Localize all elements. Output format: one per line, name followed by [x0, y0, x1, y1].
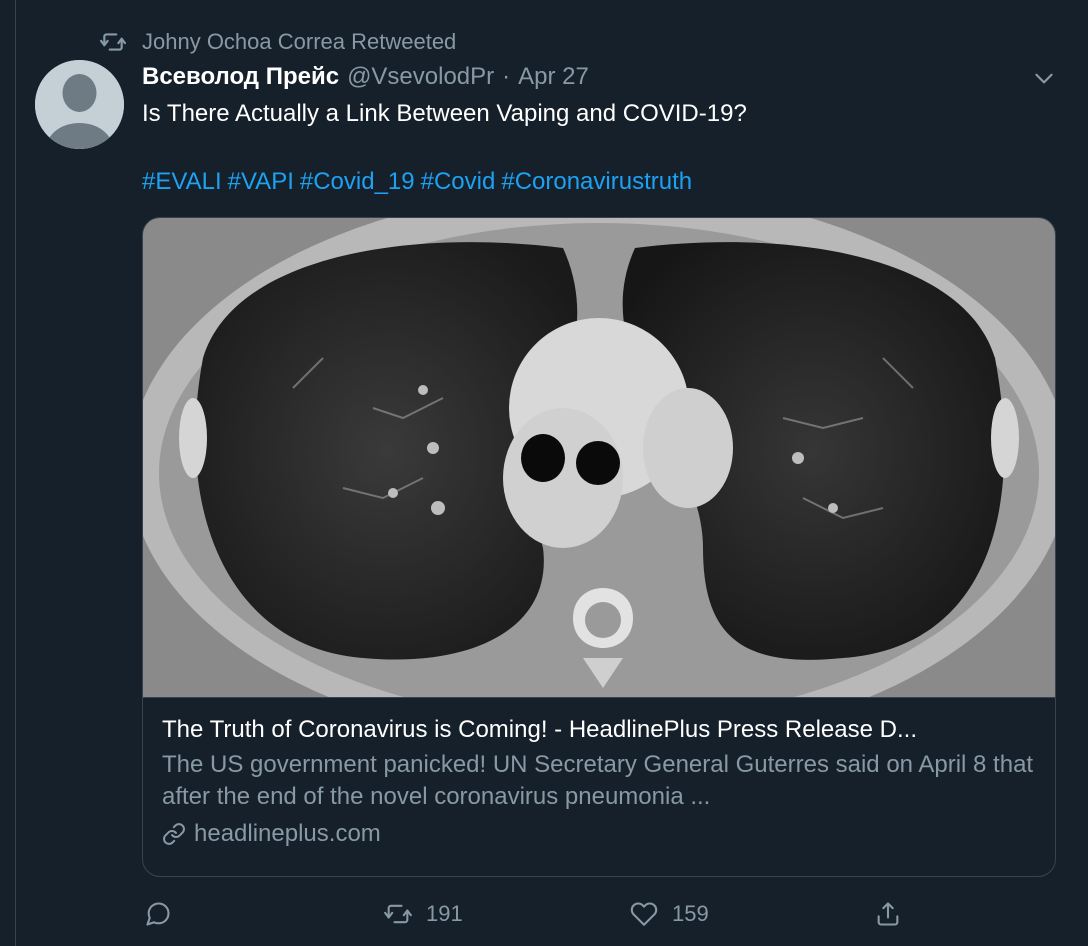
hashtag-link[interactable]: #Covid: [421, 168, 496, 195]
tweet-actions: 191 159: [142, 896, 1062, 936]
like-count: 159: [672, 901, 709, 926]
heart-icon: [630, 902, 658, 926]
retweet-banner-text: Johny Ochoa Correa Retweeted: [142, 29, 457, 54]
tweet-date[interactable]: Apr 27: [518, 63, 589, 91]
share-icon: [877, 902, 899, 926]
retweet-button[interactable]: 191: [384, 900, 463, 928]
card-domain-text: headlineplus.com: [194, 820, 381, 847]
retweet-icon: [384, 904, 412, 924]
hashtag-link[interactable]: #Covid_19: [300, 168, 415, 195]
share-button[interactable]: [874, 900, 902, 928]
hashtag-link[interactable]: #Coronavirustruth: [501, 168, 692, 195]
chevron-down-icon: [1035, 73, 1053, 84]
tweet-text: Is There Actually a Link Between Vaping …: [142, 100, 747, 127]
separator-dot: ·: [502, 63, 511, 90]
reply-icon: [146, 902, 170, 926]
display-name[interactable]: Всеволод Прейс: [142, 63, 339, 91]
hashtag-link[interactable]: #EVALI: [142, 168, 222, 195]
retweet-banner[interactable]: Johny Ochoa Correa Retweeted: [100, 28, 456, 56]
hashtag-list: #EVALI #VAPI #Covid_19 #Covid #Coronavirustr…: [142, 165, 698, 199]
link-icon: [163, 823, 185, 845]
card-body: The Truth of Coronavirus is Coming! - He…: [162, 713, 1042, 848]
card-description: The US government panicked! UN Secretary…: [162, 751, 1034, 810]
hashtag-link[interactable]: #VAPI: [228, 168, 294, 195]
default-avatar-icon: [35, 60, 124, 149]
card-title[interactable]: The Truth of Coronavirus is Coming! - He…: [162, 713, 1042, 747]
card-domain[interactable]: headlineplus.com: [162, 820, 1042, 848]
reply-button[interactable]: [144, 900, 172, 928]
like-button[interactable]: 159: [630, 900, 709, 928]
lung-ct-scan-image: [143, 218, 1055, 697]
timeline-divider: [15, 0, 16, 946]
avatar[interactable]: [35, 60, 124, 149]
more-options-button[interactable]: [1028, 64, 1060, 92]
user-handle[interactable]: @VsevolodPr: [347, 63, 494, 91]
card-image[interactable]: [143, 218, 1055, 698]
tweet-header: Всеволод Прейс @VsevolodPr · Apr 27: [142, 60, 589, 94]
link-preview-card[interactable]: The Truth of Coronavirus is Coming! - He…: [142, 217, 1056, 877]
retweet-icon: [100, 33, 126, 51]
retweet-count: 191: [426, 901, 463, 926]
